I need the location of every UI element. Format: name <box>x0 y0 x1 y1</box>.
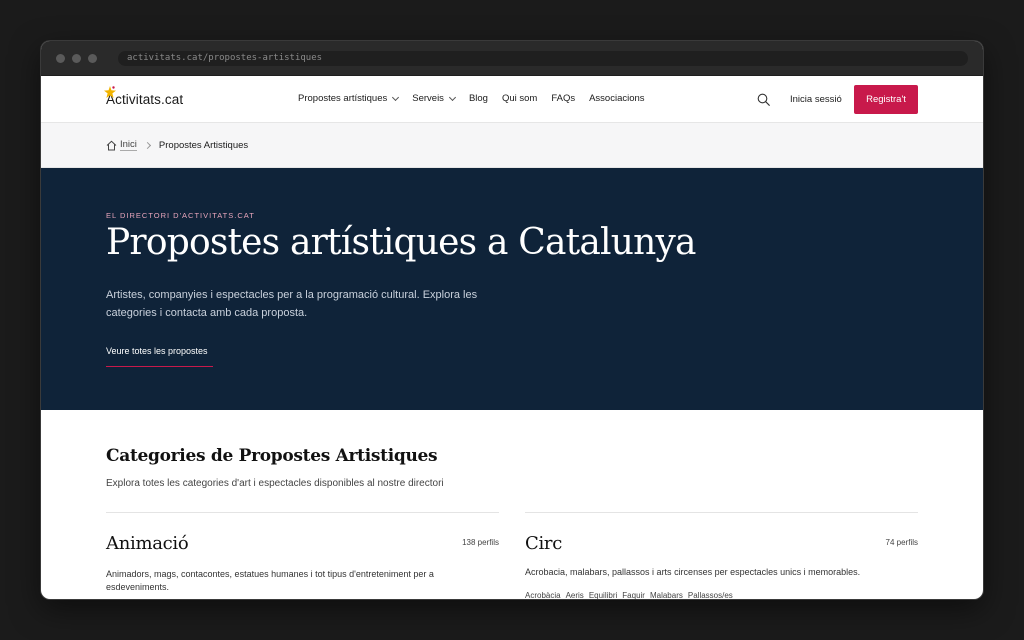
category-tags: Acrobàcia Aeris Equilibri Faquir Malabar… <box>525 591 733 599</box>
chevron-down-icon <box>392 93 400 101</box>
hero-eyebrow: EL DIRECTORI D'ACTIVITATS.CAT <box>106 211 255 220</box>
search-icon[interactable] <box>757 93 770 106</box>
login-link[interactable]: Inicia sessió <box>790 94 842 105</box>
site-header: Activitats.cat Propostes artístiques Ser… <box>41 76 983 123</box>
nav-propostes-artistiques[interactable]: Propostes artístiques <box>298 93 400 104</box>
browser-window: activitats.cat/propostes-artistiques Act… <box>41 41 983 599</box>
nav-label: Qui som <box>501 93 538 104</box>
hero-section: EL DIRECTORI D'ACTIVITATS.CAT Propostes … <box>41 168 983 410</box>
nav-blog[interactable]: Blog <box>469 93 488 104</box>
category-tag[interactable]: Acrobàcia <box>525 591 561 599</box>
breadcrumb-current: Propostes Artistiques <box>158 140 249 151</box>
category-description: Acrobacia, malabars, pallassos i arts ci… <box>525 567 861 577</box>
category-tag[interactable]: Pallassos/es <box>688 591 733 599</box>
nav-qui-som[interactable]: Qui som <box>502 93 537 104</box>
chevron-down-icon <box>448 93 456 101</box>
page-title: Propostes artístiques a Catalunya <box>106 222 696 263</box>
breadcrumb: Inici Propostes Artistiques <box>106 140 248 151</box>
breadcrumb-home-link[interactable]: Inici <box>120 140 137 151</box>
home-icon <box>106 140 117 151</box>
star-logo-icon <box>104 86 116 98</box>
nav-faqs[interactable]: FAQs <box>551 93 575 104</box>
nav-label: Associacions <box>589 93 645 104</box>
nav-label: FAQs <box>551 93 576 104</box>
chevron-right-icon <box>143 141 151 150</box>
category-count: 74 perfils <box>885 538 918 547</box>
category-title[interactable]: Animació <box>106 533 189 554</box>
nav-label: Serveis <box>412 93 444 104</box>
nav-label: Blog <box>468 93 488 104</box>
window-maximize-dot[interactable] <box>88 54 97 63</box>
category-count: 138 perfils <box>462 538 499 547</box>
logo-text: Activitats.cat <box>106 91 184 107</box>
category-tag[interactable]: Equilibri <box>589 591 617 599</box>
address-bar[interactable]: activitats.cat/propostes-artistiques <box>118 51 968 66</box>
window-close-dot[interactable] <box>56 54 65 63</box>
view-all-propostes-link[interactable]: Veure totes les propostes <box>106 346 213 367</box>
nav-serveis[interactable]: Serveis <box>412 93 456 104</box>
main-nav: Propostes artístiques Serveis Blog Qui s… <box>298 93 659 104</box>
breadcrumb-bar: Inici Propostes Artistiques <box>41 123 983 168</box>
category-card-circ[interactable]: Circ 74 perfils Acrobacia, malabars, pal… <box>525 512 918 599</box>
category-description: Animadors, mags, contacontes, estatues h… <box>106 569 434 592</box>
section-title: Categories de Propostes Artistiques <box>106 446 438 466</box>
category-tag[interactable]: Aeris <box>566 591 584 599</box>
category-card-animacio[interactable]: Animació 138 perfils Animadors, mags, co… <box>106 512 499 592</box>
hero-description: Artistes, companyies i espectacles per a… <box>106 289 478 319</box>
section-subtitle: Explora totes les categories d'art i esp… <box>106 478 444 489</box>
category-tag[interactable]: Faquir <box>622 591 645 599</box>
site-logo[interactable]: Activitats.cat <box>104 86 184 108</box>
nav-associacions[interactable]: Associacions <box>589 93 644 104</box>
browser-chrome: activitats.cat/propostes-artistiques <box>41 41 983 76</box>
nav-label: Propostes artístiques <box>298 93 388 104</box>
window-minimize-dot[interactable] <box>72 54 81 63</box>
category-title[interactable]: Circ <box>525 533 562 554</box>
category-tag[interactable]: Malabars <box>650 591 683 599</box>
register-button[interactable]: Registra't <box>854 85 918 114</box>
